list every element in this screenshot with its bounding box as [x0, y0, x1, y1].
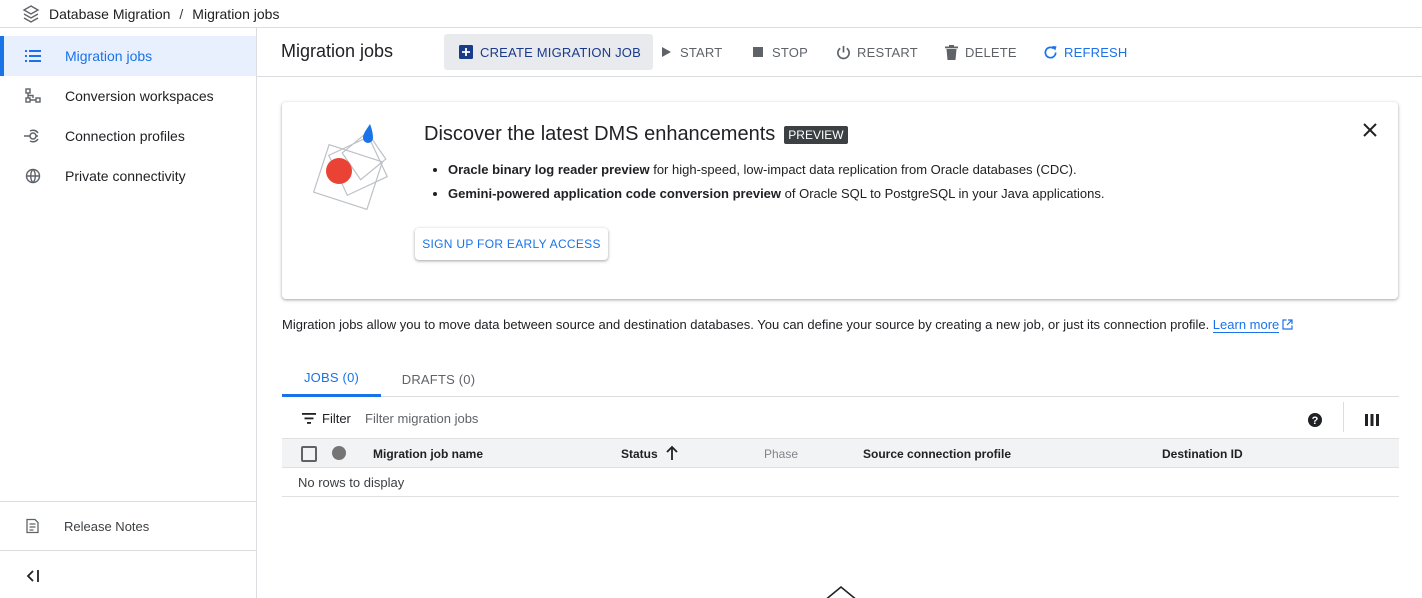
bullet-text: of Oracle SQL to PostgreSQL in your Java… [781, 186, 1105, 201]
breadcrumb: Database Migration / Migration jobs [0, 0, 1422, 28]
sidebar-item-release-notes[interactable]: Release Notes [0, 506, 256, 546]
collapse-sidebar-button[interactable] [0, 556, 256, 596]
delete-button[interactable]: DELETE [943, 34, 1017, 70]
column-header-source-profile[interactable]: Source connection profile [863, 447, 1011, 461]
breadcrumb-product-link[interactable]: Database Migration [49, 6, 170, 22]
info-description: Migration jobs allow you to move data be… [282, 317, 1293, 333]
close-icon[interactable] [1360, 120, 1380, 140]
external-link-icon [1282, 318, 1293, 333]
list-icon [24, 48, 42, 64]
refresh-label: REFRESH [1064, 44, 1128, 60]
banner-bullet: Gemini-powered application code conversi… [448, 182, 1105, 206]
column-header-status[interactable]: Status [621, 447, 658, 461]
release-notes-label: Release Notes [64, 518, 150, 534]
banner-title: Discover the latest DMS enhancements PRE… [424, 123, 848, 146]
table-empty-row: No rows to display [282, 468, 1399, 497]
filter-label: Filter [322, 411, 351, 426]
info-text: Migration jobs allow you to move data be… [282, 317, 1213, 332]
sidebar-item-label: Migration jobs [65, 48, 153, 64]
banner-bullet-list: Oracle binary log reader preview for hig… [448, 158, 1105, 206]
toolbar: Migration jobs CREATE MIGRATION JOB STAR… [257, 28, 1422, 77]
sidebar-item-migration-jobs[interactable]: Migration jobs [0, 36, 256, 76]
banner-title-text: Discover the latest DMS enhancements [424, 123, 776, 145]
sidebar-item-label: Connection profiles [65, 128, 185, 144]
filter-icon [302, 413, 316, 424]
sidebar-divider [0, 501, 256, 502]
bullet-text: for high-speed, low-impact data replicat… [649, 162, 1077, 177]
select-all-checkbox[interactable] [301, 446, 317, 462]
release-notes-icon [24, 518, 42, 534]
collapse-left-icon [24, 568, 42, 584]
sign-up-early-access-button[interactable]: SIGN UP FOR EARLY ACCESS [415, 228, 608, 260]
dms-enhancements-banner: Discover the latest DMS enhancements PRE… [282, 102, 1398, 299]
column-header-destination-id[interactable]: Destination ID [1162, 447, 1243, 461]
schema-icon [24, 88, 42, 104]
learn-more-link[interactable]: Learn more [1212, 317, 1280, 333]
sidebar-item-label: Conversion workspaces [65, 88, 214, 104]
column-header-name[interactable]: Migration job name [373, 447, 483, 461]
connection-icon [24, 128, 42, 144]
sidebar-item-private-connectivity[interactable]: Private connectivity [0, 156, 256, 196]
tab-jobs[interactable]: JOBS (0) [282, 361, 381, 397]
stop-label: STOP [772, 44, 808, 60]
divider [1343, 402, 1344, 432]
globe-network-icon [24, 168, 42, 184]
create-migration-job-label: CREATE MIGRATION JOB [480, 44, 641, 60]
database-migration-logo-icon [22, 4, 40, 23]
sidebar-item-conversion-workspaces[interactable]: Conversion workspaces [0, 76, 256, 116]
empty-state-illustration [821, 583, 861, 598]
preview-badge: PREVIEW [784, 125, 848, 144]
bullet-bold-text: Oracle binary log reader preview [448, 162, 650, 177]
status-dot-icon [332, 446, 346, 460]
jobs-tabs: JOBS (0) DRAFTS (0) [282, 361, 1399, 397]
main-content: Migration jobs CREATE MIGRATION JOB STAR… [257, 28, 1422, 598]
start-button[interactable]: START [658, 34, 722, 70]
filter-button[interactable]: Filter [302, 411, 351, 426]
restart-label: RESTART [857, 44, 918, 60]
power-icon [835, 44, 851, 60]
breadcrumb-current: Migration jobs [192, 5, 280, 22]
trash-icon [943, 44, 959, 60]
refresh-icon [1042, 44, 1058, 60]
page-title: Migration jobs [281, 41, 394, 61]
tab-drafts[interactable]: DRAFTS (0) [392, 361, 485, 397]
bullet-bold-text: Gemini-powered application code conversi… [448, 186, 782, 201]
banner-bullet: Oracle binary log reader preview for hig… [448, 158, 1105, 182]
empty-message: No rows to display [298, 475, 405, 490]
help-icon[interactable]: ? [1307, 412, 1323, 428]
sidebar: Migration jobs Conversion workspaces Con… [0, 28, 257, 598]
sort-ascending-icon[interactable] [665, 445, 679, 461]
refresh-button[interactable]: REFRESH [1042, 34, 1128, 70]
banner-illustration [306, 118, 402, 218]
filter-input[interactable] [365, 411, 965, 426]
create-migration-job-button[interactable]: CREATE MIGRATION JOB [444, 34, 653, 70]
column-header-phase[interactable]: Phase [764, 447, 798, 461]
sidebar-item-label: Private connectivity [65, 168, 186, 184]
sidebar-divider [0, 550, 256, 551]
breadcrumb-separator: / [179, 5, 184, 22]
svg-text:?: ? [1312, 415, 1319, 427]
stop-button[interactable]: STOP [750, 34, 808, 70]
delete-label: DELETE [965, 44, 1017, 60]
start-label: START [680, 44, 723, 60]
sidebar-item-connection-profiles[interactable]: Connection profiles [0, 116, 256, 156]
table-header: Migration job name Status Phase Source c… [282, 438, 1399, 468]
restart-button[interactable]: RESTART [835, 34, 918, 70]
column-display-icon[interactable] [1365, 413, 1379, 427]
add-box-icon [458, 44, 474, 60]
filter-bar: Filter ? [282, 402, 1399, 438]
play-icon [658, 44, 674, 60]
stop-icon [750, 44, 766, 60]
